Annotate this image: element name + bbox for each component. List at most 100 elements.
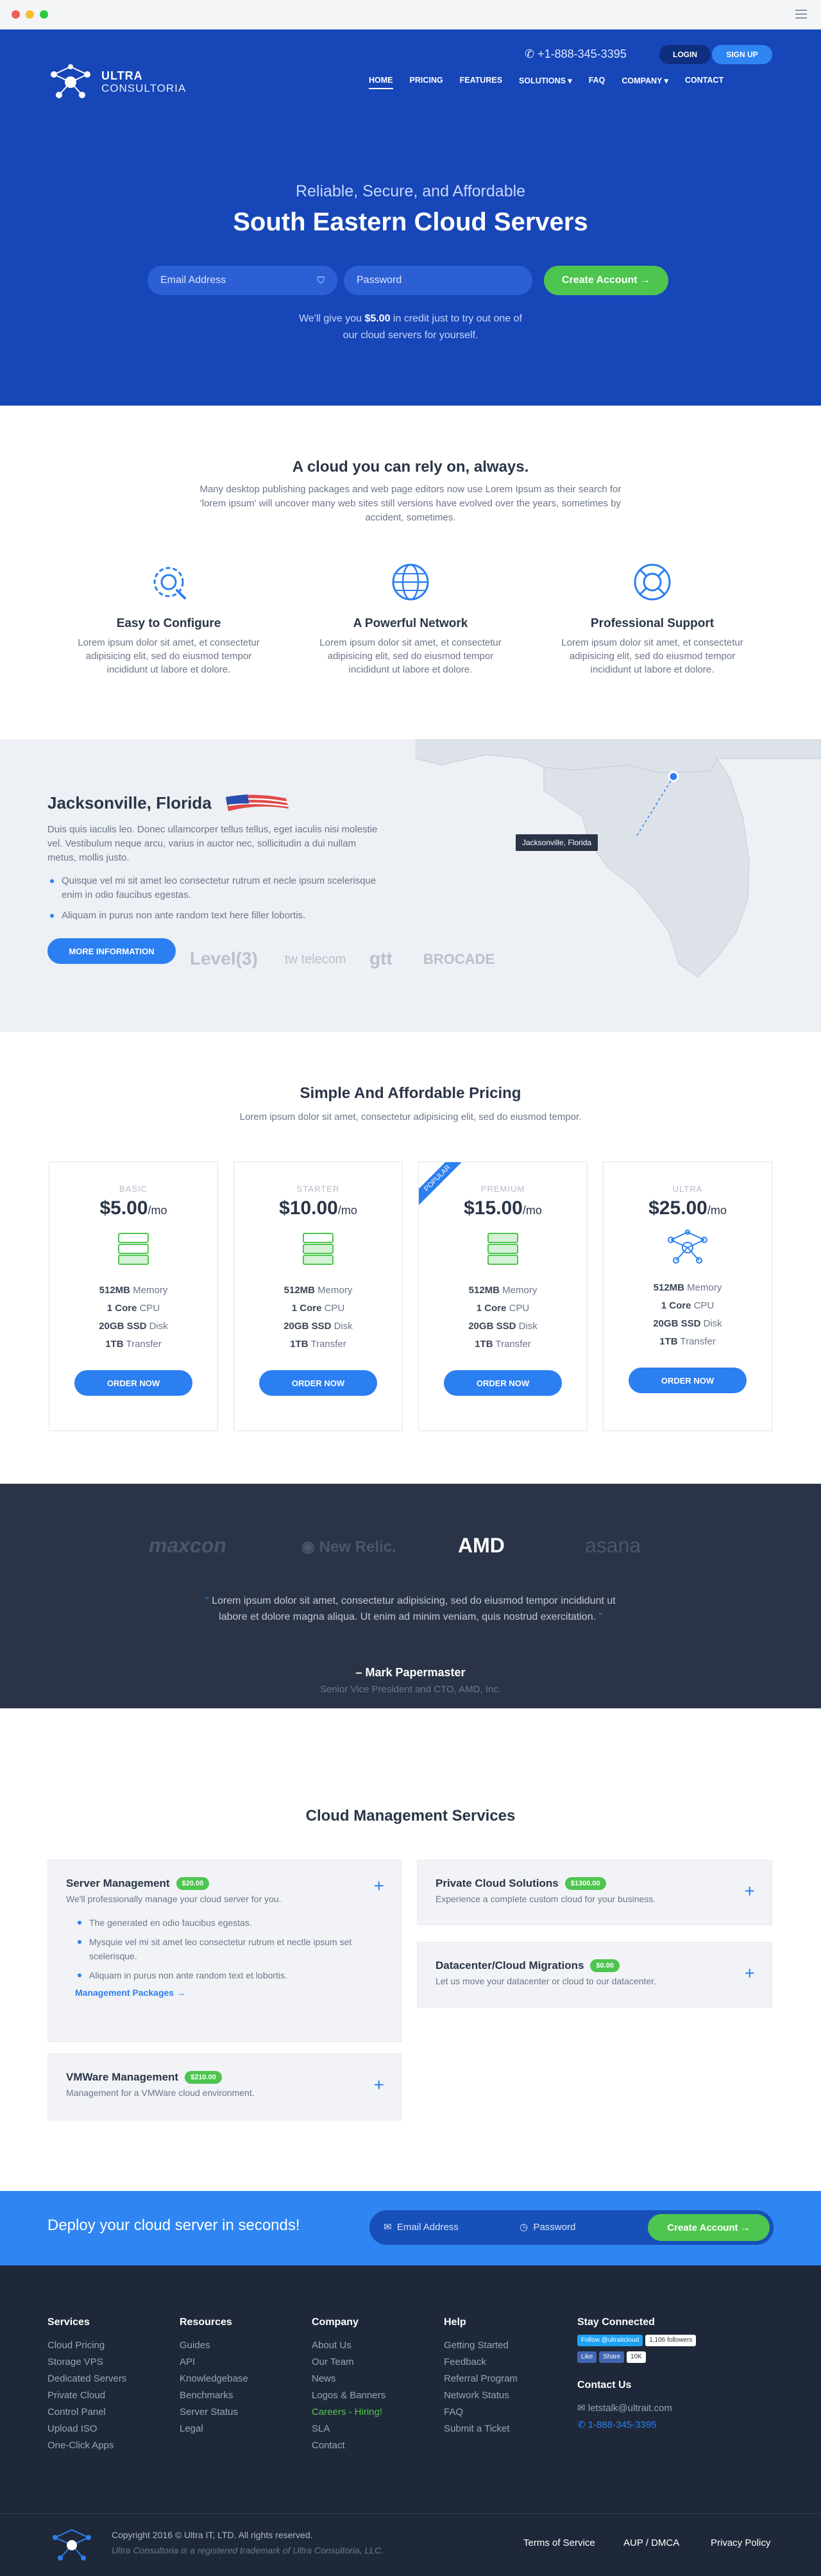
facebook-like-button[interactable]: Like [577, 2351, 597, 2363]
footer-link[interactable]: Control Panel [47, 2404, 126, 2421]
footer-link[interactable]: Knowledgebase [180, 2371, 248, 2387]
deploy-title: Deploy your cloud server in seconds! [47, 2217, 300, 2234]
service-private-cloud[interactable]: Private Cloud Solutions $1300.00 Experien… [417, 1860, 772, 1925]
minimize-dot[interactable] [26, 10, 34, 19]
footer-link[interactable]: Feedback [444, 2354, 518, 2371]
footer-link[interactable]: Legal [180, 2421, 248, 2437]
twitter-follow-button[interactable]: Follow @ultraitcloud [577, 2335, 643, 2346]
newrelic-logo: ◉ New Relic. [301, 1538, 396, 1556]
plan-name: ULTRA [672, 1184, 703, 1194]
management-packages-link[interactable]: Management Packages → [66, 1988, 383, 1998]
footer-link[interactable]: Dedicated Servers [47, 2371, 126, 2387]
expand-plus-icon[interactable]: + [745, 1882, 755, 1900]
footer-link[interactable]: Referral Program [444, 2371, 518, 2387]
logo-icon [51, 64, 90, 98]
nav-faq[interactable]: FAQ [589, 76, 605, 85]
login-button[interactable]: LOGIN [659, 45, 711, 64]
signup-button[interactable]: SIGN UP [712, 45, 772, 64]
nav-company[interactable]: COMPANY ▾ [622, 76, 668, 85]
location-info: Jacksonville, Florida Duis quis iaculis … [47, 792, 381, 929]
footer-link[interactable]: Storage VPS [47, 2354, 126, 2371]
terms-link[interactable]: Terms of Service [523, 2537, 595, 2548]
footer-phone[interactable]: ✆ 1-888-345-3395 [577, 2417, 696, 2434]
expand-plus-icon[interactable]: + [745, 1964, 755, 1982]
gear-icon [153, 567, 186, 599]
plan-specs: 512MB Memory 1 Core CPU 20GB SSD Disk 1T… [653, 1282, 722, 1347]
footer-link[interactable]: API [180, 2354, 248, 2371]
pricing-card-premium: Popular PREMIUM $15.00/mo 512MB Memory 1… [418, 1162, 588, 1431]
footer-link[interactable]: FAQ [444, 2404, 518, 2421]
features-intro: Many desktop publishing packages and web… [199, 484, 622, 523]
footer-col-help: Help Getting Started Feedback Referral P… [444, 2314, 518, 2437]
deploy-email-input[interactable]: ✉ Email Address [384, 2221, 459, 2233]
footer-link[interactable]: Network Status [444, 2387, 518, 2404]
service-bullet: Mysquie vel mi sit amet leo consectetur … [75, 1935, 383, 1963]
maximize-dot[interactable] [40, 10, 48, 19]
feature-title: Professional Support [590, 617, 715, 630]
footer-link[interactable]: Cloud Pricing [47, 2337, 126, 2354]
footer-col-connect: Stay Connected Follow @ultraitcloud 1,10… [577, 2314, 697, 2434]
feature-title: Easy to Configure [116, 617, 221, 630]
aup-dmca-link[interactable]: AUP / DMCA [623, 2537, 679, 2548]
menu-icon[interactable] [795, 10, 807, 21]
server-icon [118, 1233, 149, 1265]
expand-plus-icon[interactable]: + [374, 2076, 384, 2094]
footer-link[interactable]: Contact [312, 2437, 385, 2454]
more-information-button[interactable]: MORE INFORMATION [47, 938, 176, 964]
footer-link[interactable]: Logos & Banners [312, 2387, 385, 2404]
hero-email-input[interactable]: Email Address ⛉ [148, 266, 337, 295]
maxcon-logo: maxcon [149, 1534, 226, 1557]
brand-subname: CONSULTORIA [101, 82, 187, 94]
nav-home[interactable]: HOME [369, 76, 393, 89]
amd-logo: AMD [458, 1534, 505, 1557]
location-bullet: Quisque vel mi sit amet leo consectetur … [47, 874, 381, 902]
nav-solutions[interactable]: SOLUTIONS ▾ [519, 76, 572, 85]
order-now-button[interactable]: ORDER NOW [629, 1368, 747, 1393]
feature-desc: Lorem ipsum dolor sit amet, et consectet… [319, 637, 502, 675]
brand-logo[interactable]: ULTRA CONSULTORIA [46, 63, 186, 101]
order-now-button[interactable]: ORDER NOW [259, 1370, 377, 1396]
close-dot[interactable] [12, 10, 20, 19]
plan-price: $5.00/mo [99, 1198, 167, 1219]
testimonial-section: maxcon ◉ New Relic. AMD asana “ Lorem ip… [0, 1484, 821, 1708]
expand-plus-icon[interactable]: + [374, 1877, 384, 1895]
service-server-management[interactable]: Server Management $20.00 We'll profession… [47, 1860, 402, 2042]
footer-link[interactable]: Guides [180, 2337, 248, 2354]
nav-contact[interactable]: CONTACT [685, 76, 724, 85]
footer-email[interactable]: ✉ letstalk@ultrait.com [577, 2400, 696, 2417]
plan-specs: 512MB Memory 1 Core CPU 20GB SSD Disk 1T… [284, 1285, 353, 1350]
privacy-link[interactable]: Privacy Policy [711, 2537, 770, 2548]
server-icon [487, 1233, 518, 1265]
footer-link[interactable]: Careers - Hiring! [312, 2404, 385, 2421]
header-phone[interactable]: ✆ +1-888-345-3395 [525, 47, 627, 61]
hero-password-input[interactable]: Password [344, 266, 532, 295]
footer-link[interactable]: Benchmarks [180, 2387, 248, 2404]
testimonial-role: Senior Vice President and CTO, AMD, Inc. [319, 1684, 502, 1695]
asana-logo: asana [585, 1534, 641, 1557]
footer-link[interactable]: Our Team [312, 2354, 385, 2371]
footer-link[interactable]: Getting Started [444, 2337, 518, 2354]
service-datacenter-migrations[interactable]: Datacenter/Cloud Migrations $0.00 Let us … [417, 1942, 772, 2007]
footer-link[interactable]: Submit a Ticket [444, 2421, 518, 2437]
partner-gtt-logo: gtt [369, 949, 393, 968]
create-account-button[interactable]: Create Account → [544, 266, 668, 295]
usa-flag-icon [225, 794, 289, 811]
hero-subtitle: Reliable, Secure, and Affordable [295, 182, 526, 200]
footer-link[interactable]: About Us [312, 2337, 385, 2354]
footer-link[interactable]: News [312, 2371, 385, 2387]
footer-link[interactable]: One-Click Apps [47, 2437, 126, 2454]
order-now-button[interactable]: ORDER NOW [74, 1370, 192, 1396]
deploy-create-account-button[interactable]: Create Account → [648, 2214, 770, 2241]
testimonial-quote: “ Lorem ipsum dolor sit amet, consectetu… [205, 1595, 616, 1622]
footer-link[interactable]: Private Cloud [47, 2387, 126, 2404]
footer-link[interactable]: SLA [312, 2421, 385, 2437]
service-vmware-management[interactable]: VMWare Management $210.00 Management for … [47, 2054, 402, 2120]
order-now-button[interactable]: ORDER NOW [444, 1370, 562, 1396]
footer-link[interactable]: Server Status [180, 2404, 248, 2421]
deploy-password-input[interactable]: ◷ Password [520, 2221, 575, 2233]
footer-link[interactable]: Upload ISO [47, 2421, 126, 2437]
nav-features[interactable]: FEATURES [460, 76, 502, 85]
nav-pricing[interactable]: PRICING [410, 76, 443, 85]
footer-logo-icon[interactable] [47, 2526, 96, 2564]
facebook-share-button[interactable]: Share [599, 2351, 625, 2363]
